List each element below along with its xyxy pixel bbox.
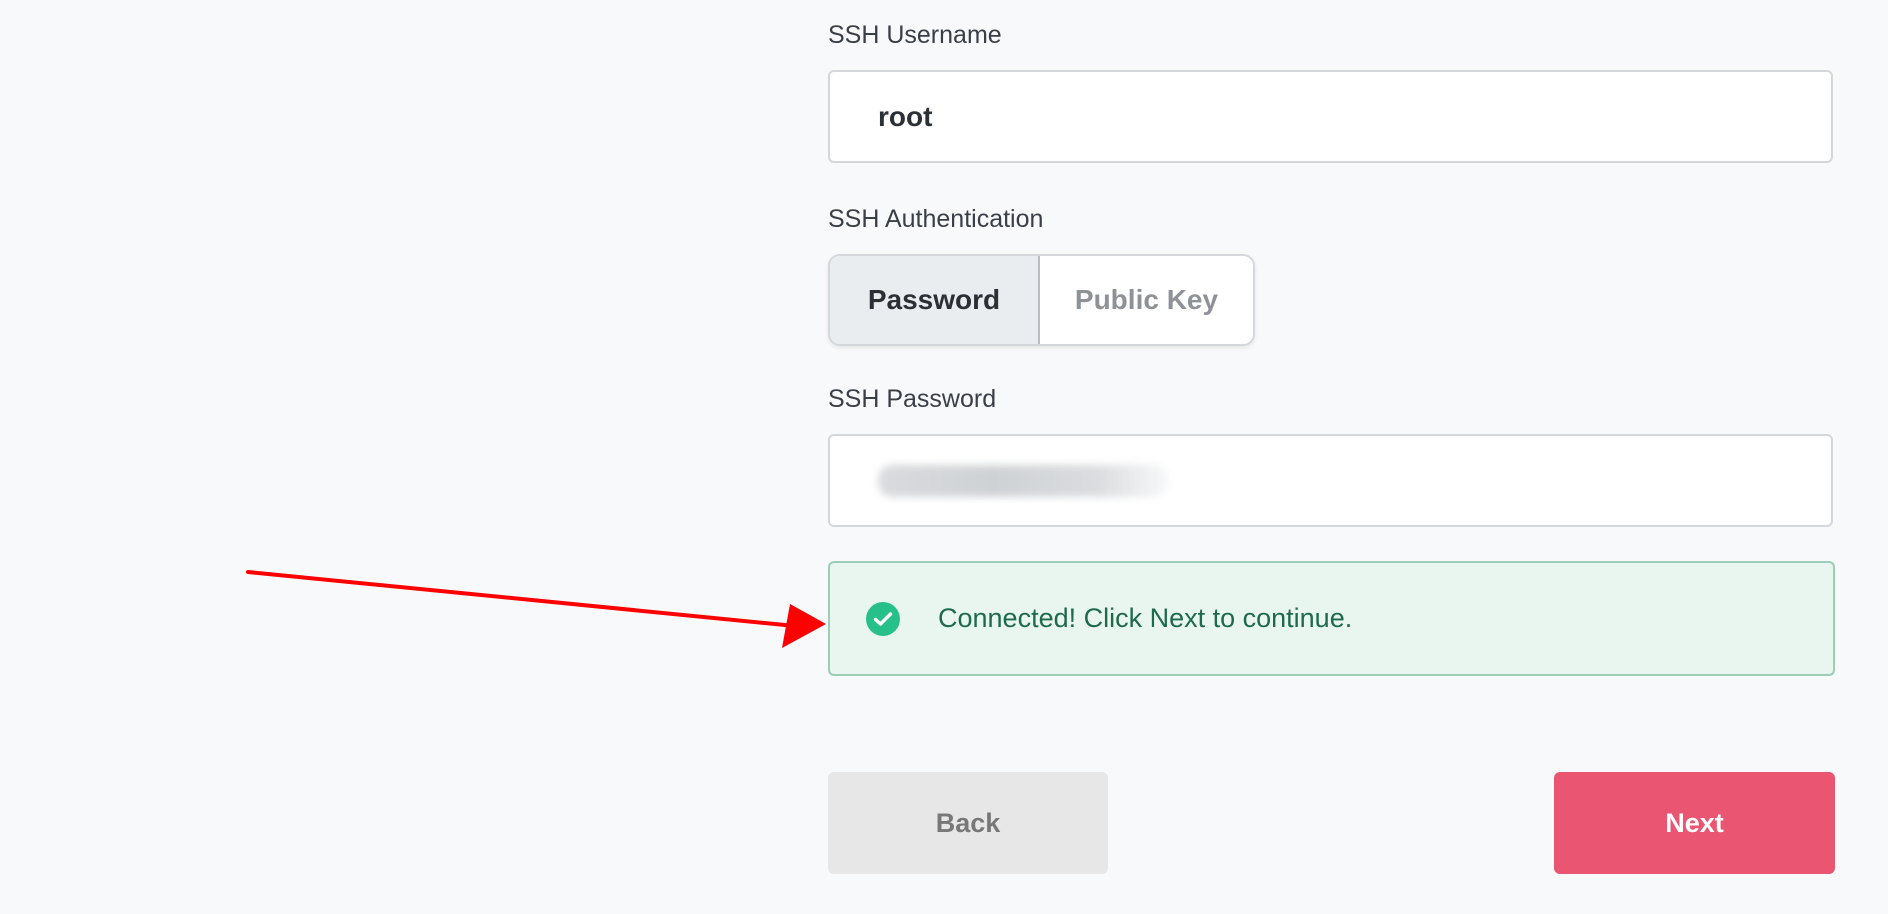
ssh-authentication-toggle: Password Public Key [828,254,1255,346]
ssh-username-input[interactable]: root [828,70,1833,163]
ssh-authentication-label: SSH Authentication [828,205,1044,233]
ssh-username-value: root [878,100,933,132]
back-button[interactable]: Back [828,772,1108,874]
password-redacted-value [878,464,1168,497]
auth-option-public-key[interactable]: Public Key [1040,256,1253,344]
connection-status-message: Connected! Click Next to continue. [938,603,1353,633]
ssh-password-label: SSH Password [828,385,997,413]
ssh-password-input[interactable] [828,434,1833,527]
connection-status-alert: Connected! Click Next to continue. [828,561,1835,676]
page: SSH Username root SSH Authentication Pas… [0,0,1888,914]
auth-option-password[interactable]: Password [830,256,1040,344]
next-button[interactable]: Next [1554,772,1835,874]
ssh-username-label: SSH Username [828,21,1002,49]
check-circle-icon [866,601,900,636]
